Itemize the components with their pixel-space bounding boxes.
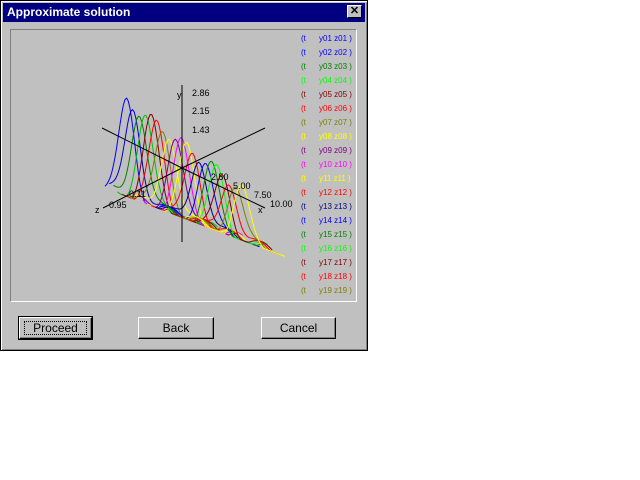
legend-prefix: (t — [301, 62, 306, 71]
legend-label: y18 z18 ) — [319, 272, 352, 281]
legend-item: (t y13 z13 ) — [301, 200, 356, 214]
legend-item: (t y06 z06 ) — [301, 102, 356, 116]
approximate-solution-dialog: Approximate solution ✕ y 2.86 2.15 1.43 … — [0, 0, 368, 351]
legend-prefix: (t — [301, 76, 306, 85]
legend-item: (t y02 z02 ) — [301, 46, 356, 60]
y-axis-label: y — [177, 90, 182, 100]
y-tick-2: 2.15 — [192, 106, 210, 116]
legend-label: y08 z08 ) — [319, 132, 352, 141]
legend-prefix: (t — [301, 244, 306, 253]
x-tick-3: 7.50 — [254, 190, 272, 200]
z-axis-label: z — [95, 205, 100, 215]
legend-item: (t y15 z15 ) — [301, 228, 356, 242]
legend-label: y20 z20 ) — [319, 298, 352, 301]
surface-plot: y 2.86 2.15 1.43 z 0.95 0.11 2.50 5.00 7… — [95, 85, 293, 257]
legend-item: (t y04 z04 ) — [301, 74, 356, 88]
legend-label: y14 z14 ) — [319, 216, 352, 225]
back-label: Back — [162, 321, 190, 335]
back-button[interactable]: Back — [138, 317, 214, 339]
legend-prefix: (t — [301, 132, 306, 141]
legend-item: (t y10 z10 ) — [301, 158, 356, 172]
y-tick-3: 1.43 — [192, 125, 210, 135]
close-icon: ✕ — [349, 5, 360, 17]
legend-prefix: (t — [301, 188, 306, 197]
legend-label: y03 z03 ) — [319, 62, 352, 71]
legend-prefix: (t — [301, 104, 306, 113]
legend-label: y17 z17 ) — [319, 258, 352, 267]
legend-label: y07 z07 ) — [319, 118, 352, 127]
legend-item: (t y18 z18 ) — [301, 270, 356, 284]
y-tick-1: 2.86 — [192, 88, 210, 98]
legend-prefix: (t — [301, 286, 306, 295]
plot-panel: y 2.86 2.15 1.43 z 0.95 0.11 2.50 5.00 7… — [10, 29, 357, 302]
legend-label: y11 z11 ) — [319, 174, 351, 183]
legend-item: (t y08 z08 ) — [301, 130, 356, 144]
solution-curves — [104, 97, 285, 257]
legend-prefix: (t — [301, 48, 306, 57]
legend-label: y13 z13 ) — [319, 202, 352, 211]
legend-item: (t y19 z19 ) — [301, 284, 356, 298]
x-tick-4: 10.00 — [270, 199, 293, 209]
legend-item: (t y09 z09 ) — [301, 144, 356, 158]
window-title: Approximate solution — [7, 5, 131, 19]
proceed-button[interactable]: Proceed — [18, 316, 93, 340]
legend-prefix: (t — [301, 118, 306, 127]
legend-item: (t y20 z20 ) — [301, 298, 356, 301]
cancel-label: Cancel — [279, 321, 318, 335]
cancel-button[interactable]: Cancel — [261, 317, 336, 339]
legend-label: y04 z04 ) — [319, 76, 352, 85]
legend-label: y06 z06 ) — [319, 104, 352, 113]
legend-item: (t y07 z07 ) — [301, 116, 356, 130]
legend-item: (t y17 z17 ) — [301, 256, 356, 270]
z-tick-1: 0.95 — [109, 200, 127, 210]
title-bar[interactable]: Approximate solution ✕ — [3, 3, 365, 22]
legend-prefix: (t — [301, 216, 306, 225]
legend-label: y15 z15 ) — [319, 230, 352, 239]
legend-prefix: (t — [301, 298, 306, 301]
legend-prefix: (t — [301, 202, 306, 211]
proceed-label: Proceed — [33, 321, 78, 335]
legend-item: (t y05 z05 ) — [301, 88, 356, 102]
legend-prefix: (t — [301, 146, 306, 155]
legend-prefix: (t — [301, 160, 306, 169]
legend-item: (t y11 z11 ) — [301, 172, 356, 186]
legend-prefix: (t — [301, 34, 306, 43]
legend-prefix: (t — [301, 272, 306, 281]
legend-label: y09 z09 ) — [319, 146, 352, 155]
legend-prefix: (t — [301, 90, 306, 99]
legend-item: (t y03 z03 ) — [301, 60, 356, 74]
legend-label: y12 z12 ) — [319, 188, 352, 197]
legend-label: y05 z05 ) — [319, 90, 352, 99]
legend-item: (t y16 z16 ) — [301, 242, 356, 256]
legend-prefix: (t — [301, 230, 306, 239]
legend-item: (t y01 z01 ) — [301, 32, 356, 46]
x-axis-label: x — [258, 205, 263, 215]
legend-label: y10 z10 ) — [319, 160, 352, 169]
legend-label: y16 z16 ) — [319, 244, 352, 253]
legend-label: y02 z02 ) — [319, 48, 352, 57]
x-tick-2: 5.00 — [233, 181, 251, 191]
close-button[interactable]: ✕ — [347, 5, 362, 18]
z-tick-2: 0.11 — [129, 189, 146, 199]
legend-prefix: (t — [301, 258, 306, 267]
legend-item: (t y12 z12 ) — [301, 186, 356, 200]
legend-item: (t y14 z14 ) — [301, 214, 356, 228]
series-legend: (t y01 z01 ) (t y02 z02 ) (t y03 z03 ) (t y04 z… — [301, 32, 356, 301]
legend-prefix: (t — [301, 174, 306, 183]
x-tick-1: 2.50 — [211, 172, 229, 182]
legend-label: y01 z01 ) — [319, 34, 352, 43]
legend-label: y19 z19 ) — [319, 286, 352, 295]
